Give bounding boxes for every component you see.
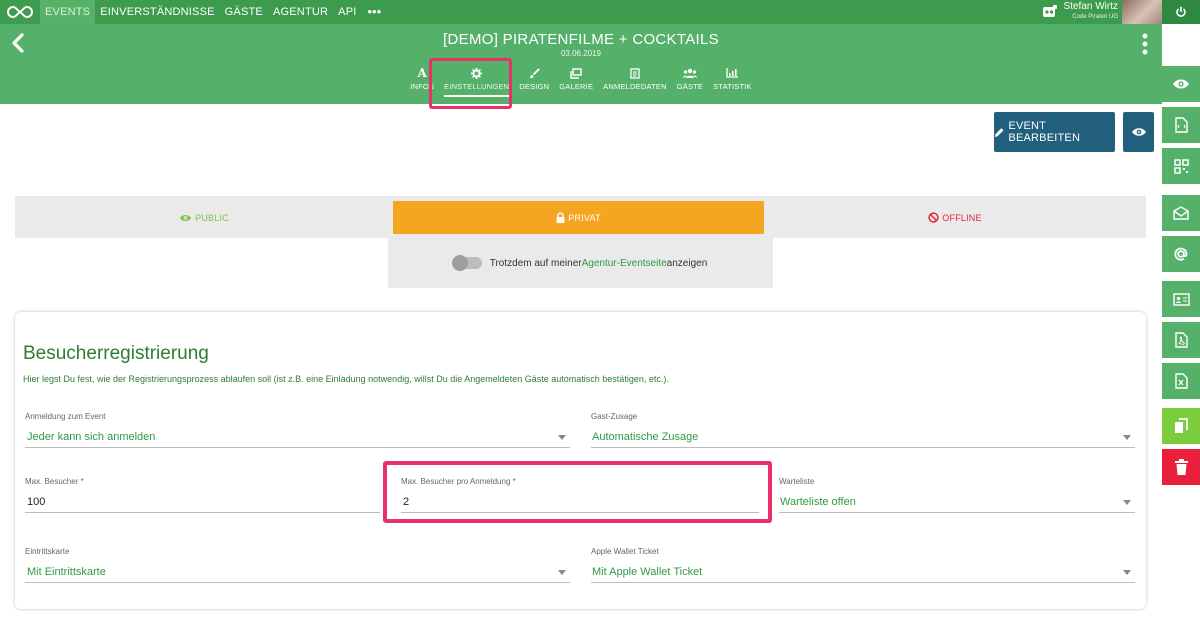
anmeldung-select[interactable]: Anmeldung zum Event Jeder kann sich anme… — [25, 412, 570, 448]
nav-agentur[interactable]: AGENTUR — [268, 0, 333, 24]
id-card-icon[interactable] — [1162, 281, 1200, 317]
tab-label: GALERIE — [559, 82, 594, 91]
toggle-text-before: Trotzdem auf meiner — [489, 257, 582, 269]
nav-einverstaendnisse[interactable]: EINVERSTÄNDNISSE — [95, 0, 219, 24]
field-value: Automatische Zusage — [592, 431, 699, 443]
field-underline — [25, 512, 380, 513]
view-event-button[interactable] — [1123, 112, 1154, 152]
agency-page-toggle-box: Trotzdem auf meiner Agentur-Eventseite a… — [388, 238, 773, 288]
more-menu-icon[interactable]: ••• — [362, 0, 388, 24]
field-value: Jeder kann sich anmelden — [27, 431, 156, 443]
field-label: Anmeldung zum Event — [25, 412, 106, 421]
visibility-privat-button[interactable]: PRIVAT — [393, 201, 764, 234]
field-underline — [779, 512, 1135, 513]
nav-api[interactable]: API — [333, 0, 361, 24]
chevron-down-icon — [558, 435, 566, 440]
section-title: Besucherregistrierung — [23, 343, 209, 364]
lock-icon — [556, 212, 565, 223]
field-label: Warteliste — [779, 477, 815, 486]
agency-event-page-link[interactable]: Agentur-Eventseite — [582, 258, 667, 269]
tab-label: GÄSTE — [676, 82, 704, 91]
at-sign-icon[interactable] — [1162, 236, 1200, 272]
agency-page-toggle[interactable] — [451, 255, 482, 271]
tab-label: DESIGN — [519, 82, 550, 91]
field-label: Gast-Zusage — [591, 412, 638, 421]
pirate-mask-icon[interactable] — [1036, 0, 1064, 24]
event-date: 03.06.2019 — [560, 49, 602, 58]
field-label: Max. Besucher * — [25, 477, 84, 486]
field-underline — [25, 582, 570, 583]
tab-anmeldedaten[interactable]: ANMELDEDATEN — [598, 66, 672, 97]
copy-icon[interactable] — [1162, 408, 1200, 444]
field-label: Eintrittskarte — [25, 547, 70, 556]
highlight-box-max-per-registration — [383, 461, 772, 523]
kebab-menu-icon[interactable] — [1142, 32, 1148, 61]
chevron-down-icon — [558, 570, 566, 575]
chevron-down-icon — [1123, 570, 1131, 575]
excel-file-icon[interactable] — [1162, 363, 1200, 399]
tab-design[interactable]: DESIGN — [514, 66, 554, 97]
mail-open-icon[interactable] — [1162, 195, 1200, 231]
edit-event-button[interactable]: EVENT BEARBEITEN — [994, 112, 1115, 152]
html-file-icon[interactable] — [1162, 107, 1200, 143]
highlight-box-settings-tab — [429, 58, 512, 109]
warteliste-select[interactable]: Warteliste Warteliste offen — [779, 477, 1135, 513]
qr-code-icon[interactable] — [1162, 148, 1200, 184]
visibility-public-button[interactable]: PUBLIC — [15, 201, 393, 234]
tab-statistik[interactable]: STATISTIK — [708, 66, 757, 97]
form-icon — [630, 66, 640, 80]
eintrittskarte-select[interactable]: Eintrittskarte Mit Eintrittskarte — [25, 547, 570, 583]
field-value: 100 — [27, 496, 46, 508]
field-underline — [591, 447, 1135, 448]
preview-eye-icon[interactable] — [1162, 66, 1200, 102]
gallery-icon — [570, 66, 582, 80]
pencil-icon — [994, 127, 1004, 137]
top-navigation: EVENTS EINVERSTÄNDNISSE GÄSTE AGENTUR AP… — [0, 0, 1200, 24]
apple-wallet-select[interactable]: Apple Wallet Ticket Mit Apple Wallet Tic… — [591, 547, 1135, 583]
user-area: Stefan Wirtz Code Piraten UG — [1036, 0, 1200, 24]
user-info[interactable]: Stefan Wirtz Code Piraten UG — [1064, 2, 1122, 22]
user-name: Stefan Wirtz — [1063, 1, 1118, 12]
field-value: Warteliste offen — [780, 496, 856, 508]
tab-gaeste[interactable]: GÄSTE — [672, 66, 708, 97]
field-label: Apple Wallet Ticket — [591, 547, 659, 556]
field-value: Mit Eintrittskarte — [27, 566, 106, 578]
section-description: Hier legst Du fest, wie der Registrierun… — [23, 374, 669, 384]
brush-icon — [529, 66, 540, 80]
avatar[interactable] — [1122, 0, 1162, 24]
privat-label: PRIVAT — [568, 212, 601, 223]
ban-icon — [928, 212, 939, 223]
chevron-down-icon — [1123, 500, 1131, 505]
offline-label: OFFLINE — [942, 212, 982, 223]
letter-a-icon: A — [417, 66, 427, 80]
eye-icon — [1131, 128, 1146, 136]
event-tabs: A INFOS EINSTELLUNGEN DESIGN GALERIE ANM… — [0, 66, 1162, 97]
tab-label: ANMELDEDATEN — [603, 82, 667, 91]
power-icon[interactable] — [1162, 0, 1200, 24]
chart-icon — [726, 66, 739, 80]
user-org: Code Piraten UG — [1072, 14, 1118, 20]
visibility-offline-button[interactable]: OFFLINE — [764, 201, 1146, 234]
public-label: PUBLIC — [195, 212, 229, 223]
eye-icon — [180, 214, 192, 221]
tab-galerie[interactable]: GALERIE — [554, 66, 598, 97]
trash-icon[interactable] — [1162, 449, 1200, 485]
logo-icon[interactable] — [0, 0, 40, 24]
tab-label: STATISTIK — [713, 82, 752, 91]
field-value: Mit Apple Wallet Ticket — [592, 566, 703, 578]
field-underline — [591, 582, 1135, 583]
max-besucher-input[interactable]: Max. Besucher * 100 — [25, 477, 380, 513]
event-header: [DEMO] PIRATENFILME + COCKTAILS 03.06.20… — [0, 24, 1162, 104]
pdf-file-icon[interactable] — [1162, 322, 1200, 358]
chevron-down-icon — [1123, 435, 1131, 440]
edit-event-label: EVENT BEARBEITEN — [1008, 120, 1081, 144]
toggle-text-after: anzeigen — [666, 257, 708, 269]
people-icon — [682, 66, 697, 80]
nav-gaeste[interactable]: GÄSTE — [220, 0, 268, 24]
nav-events[interactable]: EVENTS — [40, 0, 96, 24]
gast-zusage-select[interactable]: Gast-Zusage Automatische Zusage — [591, 412, 1135, 448]
event-title: [DEMO] PIRATENFILME + COCKTAILS — [443, 31, 719, 48]
field-underline — [25, 447, 570, 448]
